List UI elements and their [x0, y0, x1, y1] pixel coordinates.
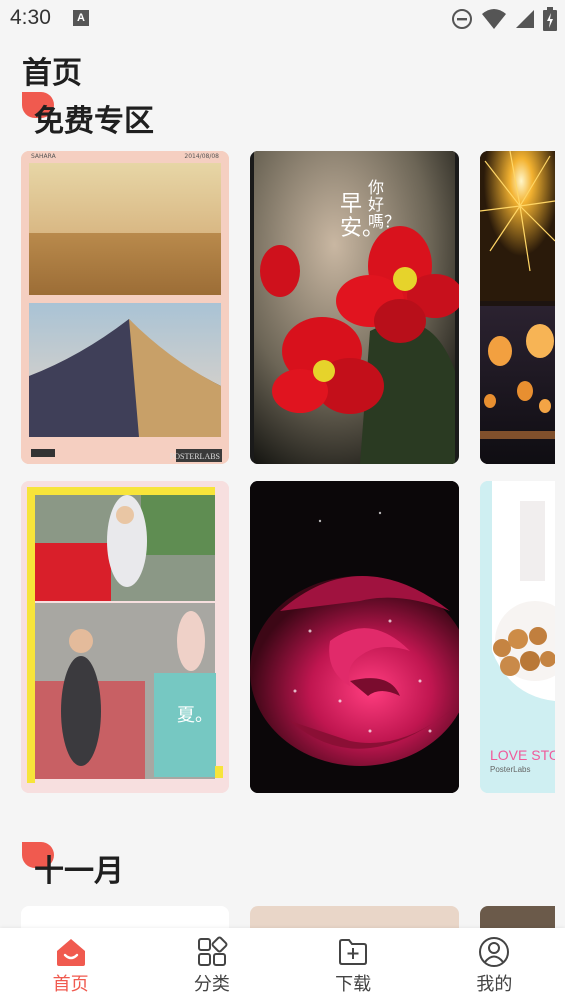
nav-label: 分类: [193, 974, 230, 995]
poster-header-right: 2014/08/08: [184, 153, 219, 160]
poster-text-line2: 早安。: [340, 192, 385, 241]
category-grid-icon: [197, 936, 228, 966]
poster-card-lovestory[interactable]: LOVE STO PosterLabs: [480, 481, 555, 793]
poster-card-lanterns[interactable]: [480, 151, 555, 464]
summer-poster-image: [21, 481, 229, 793]
poster-header-left: SAHARA: [31, 153, 56, 160]
nav-label: 我的: [476, 974, 513, 995]
poster-card-summer[interactable]: 夏。: [21, 481, 229, 793]
nav-tab-home[interactable]: 首页: [0, 928, 141, 1004]
download-folder-icon: [339, 939, 368, 965]
section-title: 十一月: [34, 854, 124, 889]
status-icons: [451, 7, 557, 31]
do-not-disturb-icon: [452, 9, 472, 29]
section-title: 免费专区: [34, 104, 154, 139]
nav-label: 首页: [52, 974, 89, 995]
desert-poster-image: [21, 151, 229, 464]
home-icon: [56, 939, 85, 966]
poster-card-flower[interactable]: 你好嗎？ 早安。: [250, 151, 459, 464]
nav-tab-category[interactable]: 分类: [141, 928, 282, 1004]
poster-lovestory-title: LOVE STO: [490, 747, 555, 763]
poster-card-rose[interactable]: [250, 481, 459, 793]
poster-card-desert[interactable]: SAHARA 2014/08/08 POSTERLABS: [21, 151, 229, 464]
page-title: 首页: [22, 56, 82, 91]
nav-tab-profile[interactable]: 我的: [424, 928, 565, 1004]
signal-icon: [516, 10, 534, 28]
poster-summer-text: 夏。: [177, 705, 213, 726]
profile-icon: [479, 937, 510, 967]
status-time: 4:30: [10, 6, 51, 29]
poster-lovestory-sub: PosterLabs: [490, 765, 531, 774]
nav-tab-download[interactable]: 下载: [283, 928, 424, 1004]
nav-label: 下载: [335, 974, 372, 995]
battery-charging-icon: [543, 7, 557, 31]
status-bar: 4:30 A: [0, 0, 565, 38]
bottom-nav: 首页 分类 下载 我的: [0, 928, 565, 1004]
poster-brand: POSTERLABS: [169, 452, 220, 461]
lantern-poster-image: [480, 151, 555, 464]
wifi-icon: [482, 9, 506, 29]
keyboard-notification-icon: A: [73, 10, 89, 26]
rose-poster-image: [250, 481, 459, 793]
